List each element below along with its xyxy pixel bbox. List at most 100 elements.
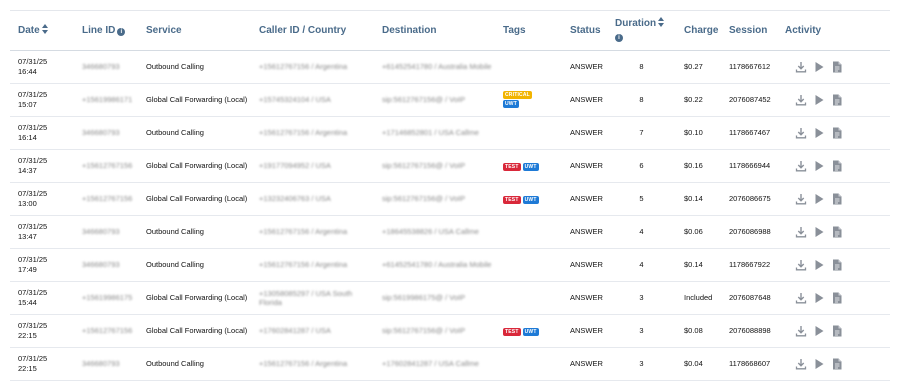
tags-cell [495, 215, 562, 249]
column-header-line-id: Line ID i [74, 11, 138, 51]
date-cell: 07/31/25 14:37 [10, 149, 74, 183]
tag-badge-uwt: UWT [522, 195, 539, 204]
status-cell: ANSWER [562, 50, 607, 84]
date-cell: 07/31/25 16:14 [10, 116, 74, 150]
date-value: 07/31/25 [18, 189, 48, 198]
service-cell: Global Call Forwarding (Local) [138, 314, 251, 348]
document-icon[interactable] [831, 193, 843, 205]
date-value: 07/31/25 [18, 123, 48, 132]
date-cell: 07/31/25 15:44 [10, 281, 74, 315]
download-icon[interactable] [795, 292, 807, 304]
table-row[interactable]: 07/31/25 17:49 346680793 Outbound Calling +1… [10, 248, 890, 282]
document-icon[interactable] [831, 292, 843, 304]
date-cell: 07/31/25 16:44 [10, 50, 74, 84]
info-icon[interactable]: i [117, 27, 126, 36]
play-icon[interactable] [813, 193, 825, 205]
download-icon[interactable] [795, 259, 807, 271]
tags-cell [495, 248, 562, 282]
column-header-date-label: Date [18, 25, 40, 37]
activity-cell [777, 50, 890, 84]
time-value: 17:49 [18, 264, 37, 274]
play-icon[interactable] [813, 160, 825, 172]
table-row[interactable]: 07/31/25 16:14 346680793 Outbound Calling +1… [10, 116, 890, 150]
document-icon[interactable] [831, 61, 843, 73]
column-header-duration[interactable]: Duration i [607, 11, 676, 51]
line-id-cell: 346680793 [74, 215, 138, 249]
download-icon[interactable] [795, 61, 807, 73]
play-icon[interactable] [813, 325, 825, 337]
status-cell: ANSWER [562, 347, 607, 381]
download-icon[interactable] [795, 358, 807, 370]
duration-cell: 4 [607, 215, 676, 249]
sort-icon[interactable] [41, 24, 48, 35]
play-icon[interactable] [813, 292, 825, 304]
session-cell: 1178667922 [721, 248, 777, 282]
caller-id-cell: +17602841287 / USA [251, 314, 374, 348]
play-icon[interactable] [813, 94, 825, 106]
document-icon[interactable] [831, 226, 843, 238]
tags-cell [495, 281, 562, 315]
table-row[interactable]: 07/31/25 13:47 346680793 Outbound Calling +1… [10, 215, 890, 249]
document-icon[interactable] [831, 325, 843, 337]
document-icon[interactable] [831, 259, 843, 271]
sort-icon[interactable] [658, 17, 665, 28]
column-header-tags: Tags [495, 11, 562, 51]
document-icon[interactable] [831, 160, 843, 172]
table-row[interactable]: 07/31/25 16:44 346680793 Outbound Calling +1… [10, 50, 890, 84]
download-icon[interactable] [795, 193, 807, 205]
table-row[interactable]: 07/31/25 22:15 +15612767156 Global Call For… [10, 314, 890, 348]
column-header-destination: Destination [374, 11, 495, 51]
download-icon[interactable] [795, 226, 807, 238]
download-icon[interactable] [795, 160, 807, 172]
tag-badge-uwt: UWT [522, 327, 539, 336]
line-id-cell: 346680793 [74, 248, 138, 282]
table-row[interactable]: 07/31/25 22:15 346680793 Outbound Calling +1… [10, 347, 890, 381]
status-cell: ANSWER [562, 314, 607, 348]
document-icon[interactable] [831, 127, 843, 139]
time-value: 16:44 [18, 66, 37, 76]
call-log-table: Date Line ID i Service Caller ID / Countr… [10, 11, 890, 381]
time-value: 22:15 [18, 363, 37, 373]
date-value: 07/31/25 [18, 222, 48, 231]
line-id-cell: +15612767156 [74, 149, 138, 183]
play-icon[interactable] [813, 358, 825, 370]
activity-cell [777, 314, 890, 348]
activity-cell [777, 182, 890, 216]
document-icon[interactable] [831, 94, 843, 106]
date-cell: 07/31/25 15:07 [10, 83, 74, 117]
service-cell: Global Call Forwarding (Local) [138, 149, 251, 183]
line-id-cell: +15612767156 [74, 182, 138, 216]
status-cell: ANSWER [562, 248, 607, 282]
download-icon[interactable] [795, 127, 807, 139]
tags-cell [495, 50, 562, 84]
play-icon[interactable] [813, 259, 825, 271]
play-icon[interactable] [813, 127, 825, 139]
session-cell: 2076087648 [721, 281, 777, 315]
activity-cell [777, 347, 890, 381]
table-row[interactable]: 07/31/25 14:37 +15612767156 Global Call For… [10, 149, 890, 183]
date-cell: 07/31/25 13:00 [10, 182, 74, 216]
line-id-cell: 346680793 [74, 50, 138, 84]
destination-cell: sip:5612767156@ / VoIP [374, 149, 495, 183]
tags-cell [495, 347, 562, 381]
table-row[interactable]: 07/31/25 15:07 +15619986171 Global Call For… [10, 83, 890, 117]
column-header-date[interactable]: Date [10, 11, 74, 51]
caller-id-cell: +15612767156 / Argentina [251, 248, 374, 282]
date-value: 07/31/25 [18, 255, 48, 264]
line-id-cell: 346680793 [74, 347, 138, 381]
document-icon[interactable] [831, 358, 843, 370]
caller-id-cell: +15612767156 / Argentina [251, 116, 374, 150]
download-icon[interactable] [795, 325, 807, 337]
destination-cell: +61452541780 / Australia Mobile [374, 50, 495, 84]
table-row[interactable]: 07/31/25 13:00 +15612767156 Global Call For… [10, 182, 890, 216]
download-icon[interactable] [795, 94, 807, 106]
caller-id-cell: +13058085297 / USA South Florida [251, 281, 374, 315]
play-icon[interactable] [813, 226, 825, 238]
status-cell: ANSWER [562, 281, 607, 315]
duration-cell: 3 [607, 314, 676, 348]
play-icon[interactable] [813, 61, 825, 73]
table-row[interactable]: 07/31/25 15:44 +15619986175 Global Call For… [10, 281, 890, 315]
tags-cell: CRITICAL UWT [495, 83, 562, 117]
info-icon[interactable]: i [615, 34, 623, 43]
charge-cell: $0.04 [676, 347, 721, 381]
